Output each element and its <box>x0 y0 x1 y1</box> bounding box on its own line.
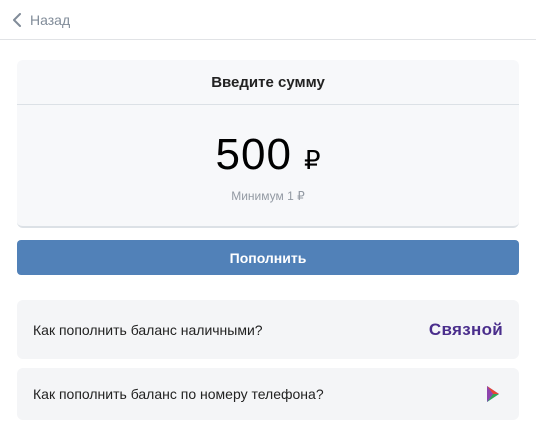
back-link[interactable]: Назад <box>0 0 536 40</box>
amount-card: Введите сумму 500 ₽ Минимум 1 ₽ <box>17 60 519 228</box>
cash-topup-text: Как пополнить баланс наличными? <box>33 321 263 338</box>
currency-sign: ₽ <box>303 145 321 175</box>
amount-value[interactable]: 500 <box>216 130 292 180</box>
play-icon <box>483 384 503 404</box>
phone-topup-text: Как пополнить баланс по номеру телефона? <box>33 386 324 402</box>
back-label: Назад <box>30 11 71 28</box>
phone-topup-info[interactable]: Как пополнить баланс по номеру телефона? <box>17 368 519 420</box>
cash-topup-info[interactable]: Как пополнить баланс наличными? Связной <box>17 300 519 359</box>
card-title: Введите сумму <box>17 60 519 105</box>
svyaznoy-logo: Связной <box>428 319 503 339</box>
minimum-hint: Минимум 1 ₽ <box>231 189 305 203</box>
amount-input[interactable]: 500 ₽ <box>17 130 519 180</box>
chevron-left-icon <box>10 12 24 27</box>
topup-button[interactable]: Пополнить <box>17 240 519 275</box>
